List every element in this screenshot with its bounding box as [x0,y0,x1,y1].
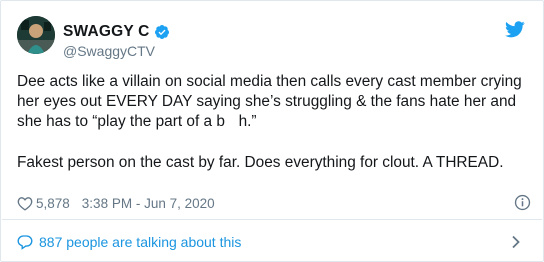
conversation-link[interactable]: 887 people are talking about this [17,232,529,252]
tweet-text: Dee acts like a villain on social media … [17,72,529,173]
heart-outline-icon[interactable] [17,196,33,211]
conversation-label[interactable]: 887 people are talking about this [39,234,241,250]
tweet-paragraph: Fakest person on the cast by far. Does e… [17,154,504,171]
tweet-header: SWAGGY C @SwaggyCTV [17,16,527,60]
user-names: SWAGGY C @SwaggyCTV [63,23,170,59]
avatar-image [17,16,55,54]
tweet-paragraph: Dee acts like a villain on social media … [17,73,522,130]
display-name[interactable]: SWAGGY C [63,23,150,41]
display-name-row: SWAGGY C [63,23,170,41]
user-handle[interactable]: @SwaggyCTV [63,43,170,59]
info-icon[interactable] [514,194,531,211]
chevron-right-icon[interactable] [511,235,521,249]
like-count[interactable]: 5,878 [36,196,70,211]
avatar[interactable] [17,16,55,54]
timestamp[interactable]: 3:38 PM - Jun 7, 2020 [82,196,215,211]
speech-bubble-icon [17,235,33,250]
verified-badge-icon [154,25,169,39]
tweet-card: SWAGGY C @SwaggyCTV Dee acts like a vill… [0,0,544,262]
tweet-meta: 5,878 3:38 PM - Jun 7, 2020 [17,194,531,212]
divider [2,219,542,220]
twitter-bird-icon[interactable] [505,21,525,38]
